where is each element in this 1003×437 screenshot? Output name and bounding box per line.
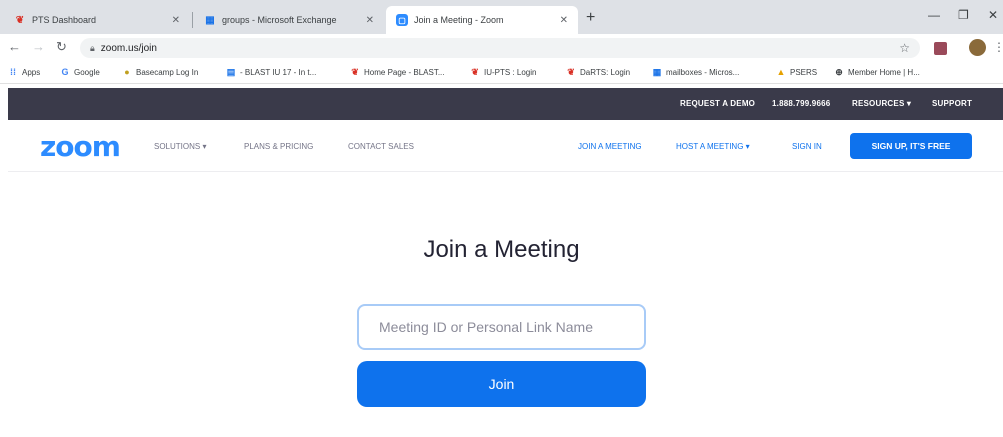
bookmark-label: DaRTS: Login bbox=[580, 67, 631, 77]
phone-number-link[interactable]: 1.888.799.9666 bbox=[772, 99, 830, 108]
psers-icon: ▲ bbox=[776, 67, 786, 77]
bookmark-label: Google bbox=[74, 67, 100, 77]
browser-menu-icon[interactable]: ⋮ bbox=[993, 40, 1003, 54]
zoom-main-nav: zoom SOLUTIONS ▾ PLANS & PRICING CONTACT… bbox=[8, 120, 1003, 172]
tab-pts-dashboard[interactable]: ❦ PTS Dashboard ✕ bbox=[4, 6, 190, 34]
basecamp-icon: ● bbox=[124, 67, 130, 77]
address-bar[interactable]: 🔒︎ zoom.us/join ☆ bbox=[80, 38, 920, 58]
tab-title: groups - Microsoft Exchange bbox=[222, 15, 337, 25]
bookmark-blast-iu17[interactable]: ▤ - BLAST IU 17 - In t... bbox=[226, 66, 317, 77]
reload-icon[interactable]: ↻ bbox=[56, 39, 67, 55]
bookmark-label: Basecamp Log In bbox=[136, 67, 199, 77]
join-button[interactable]: Join bbox=[357, 361, 646, 407]
minimize-icon[interactable]: — bbox=[928, 8, 940, 22]
tab-title: Join a Meeting - Zoom bbox=[414, 15, 504, 25]
join-meeting-link[interactable]: JOIN A MEETING bbox=[578, 142, 642, 151]
zoom-logo[interactable]: zoom bbox=[40, 130, 121, 163]
contact-sales-link[interactable]: CONTACT SALES bbox=[348, 142, 414, 151]
bookmark-label: - BLAST IU 17 - In t... bbox=[240, 67, 317, 77]
zoom-top-bar: REQUEST A DEMO 1.888.799.9666 RESOURCES … bbox=[8, 88, 1003, 120]
resources-dropdown[interactable]: RESOURCES ▾ bbox=[852, 99, 911, 108]
bookmark-mailboxes[interactable]: ▦ mailboxes - Micros... bbox=[652, 66, 740, 77]
close-tab-icon[interactable]: ✕ bbox=[560, 15, 568, 26]
new-tab-button[interactable]: + bbox=[586, 9, 595, 27]
bookmark-star-icon[interactable]: ☆ bbox=[899, 41, 910, 55]
bookmark-label: mailboxes - Micros... bbox=[666, 67, 740, 77]
bookmark-label: Member Home | H... bbox=[848, 67, 920, 77]
bookmark-label: Apps bbox=[22, 67, 41, 77]
lock-icon: 🔒︎ bbox=[90, 42, 95, 53]
sign-up-button[interactable]: SIGN UP, IT'S FREE bbox=[850, 133, 972, 159]
bookmark-psers[interactable]: ▲ PSERS bbox=[776, 67, 818, 77]
browser-tab-strip: ❦ PTS Dashboard ✕ ▦ groups - Microsoft E… bbox=[0, 0, 1003, 34]
apps-grid-icon: ⁞⁞ bbox=[10, 67, 16, 77]
forward-arrow-icon[interactable]: → bbox=[32, 39, 45, 54]
globe-icon: ⊕ bbox=[835, 66, 843, 77]
bookmark-darts[interactable]: ❦ DaRTS: Login bbox=[566, 67, 630, 77]
exchange-favicon-icon: ▦ bbox=[652, 66, 662, 77]
tab-separator bbox=[192, 12, 193, 28]
host-meeting-dropdown[interactable]: HOST A MEETING ▾ bbox=[676, 142, 750, 151]
restore-icon[interactable]: ❐ bbox=[958, 8, 969, 22]
plans-pricing-link[interactable]: PLANS & PRICING bbox=[244, 142, 313, 151]
profile-avatar[interactable] bbox=[969, 39, 986, 56]
red-leaf-favicon-icon: ❦ bbox=[567, 66, 575, 77]
meeting-id-input[interactable] bbox=[357, 304, 646, 350]
support-link[interactable]: SUPPORT bbox=[932, 99, 972, 108]
red-leaf-favicon-icon: ❦ bbox=[471, 66, 479, 77]
page-title: Join a Meeting bbox=[423, 236, 580, 263]
sign-in-link[interactable]: SIGN IN bbox=[792, 142, 822, 151]
request-demo-link[interactable]: REQUEST A DEMO bbox=[680, 99, 755, 108]
tab-microsoft-exchange[interactable]: ▦ groups - Microsoft Exchange ✕ bbox=[194, 6, 384, 34]
bookmark-label: Home Page - BLAST... bbox=[364, 67, 445, 77]
browser-toolbar: ← → ↻ 🔒︎ zoom.us/join ☆ ⋮ bbox=[0, 34, 1003, 62]
google-icon: G bbox=[61, 67, 69, 77]
url-text: zoom.us/join bbox=[100, 42, 157, 54]
close-tab-icon[interactable]: ✕ bbox=[172, 15, 180, 26]
tab-join-meeting-zoom[interactable]: ▢ Join a Meeting - Zoom ✕ bbox=[386, 6, 578, 34]
tab-title: PTS Dashboard bbox=[32, 15, 97, 25]
bookmark-blast-home[interactable]: ❦ Home Page - BLAST... bbox=[350, 67, 444, 77]
zoom-favicon-icon: ▢ bbox=[396, 14, 408, 26]
page-icon: ▤ bbox=[226, 66, 236, 77]
extension-icon[interactable] bbox=[934, 42, 947, 55]
red-leaf-favicon-icon: ❦ bbox=[15, 14, 25, 26]
bookmark-label: IU-PTS : Login bbox=[484, 67, 537, 77]
bookmark-iu-pts[interactable]: ❦ IU-PTS : Login bbox=[470, 67, 536, 77]
solutions-dropdown[interactable]: SOLUTIONS ▾ bbox=[154, 142, 206, 151]
exchange-favicon-icon: ▦ bbox=[205, 14, 215, 26]
bookmark-basecamp[interactable]: ● Basecamp Log In bbox=[122, 67, 198, 77]
bookmark-google[interactable]: G Google bbox=[60, 67, 100, 77]
bookmarks-bar: ⁞⁞ Apps G Google ● Basecamp Log In ▤ - B… bbox=[0, 62, 1003, 84]
bookmark-label: PSERS bbox=[790, 67, 818, 77]
close-window-icon[interactable]: ✕ bbox=[988, 8, 998, 22]
back-arrow-icon[interactable]: ← bbox=[8, 39, 21, 54]
close-tab-icon[interactable]: ✕ bbox=[366, 15, 374, 26]
bookmark-member-home[interactable]: ⊕ Member Home | H... bbox=[834, 67, 920, 77]
red-leaf-favicon-icon: ❦ bbox=[351, 66, 359, 77]
bookmark-apps[interactable]: ⁞⁞ Apps bbox=[8, 67, 40, 77]
